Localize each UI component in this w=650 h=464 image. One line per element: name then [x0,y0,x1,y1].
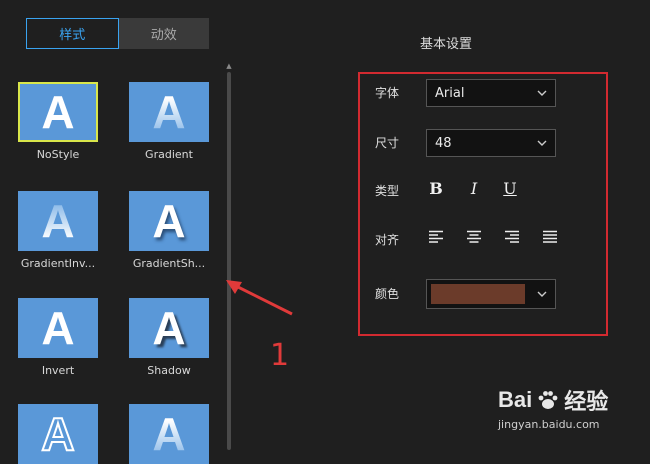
style-label: Gradient [145,148,193,161]
align-right-icon[interactable] [504,230,520,244]
color-picker[interactable] [426,279,556,309]
style-label: Invert [41,364,75,377]
chevron-down-icon [537,140,547,146]
style-grid: A NoStyle A Gradient A GradientInv... A … [10,82,222,464]
italic-button[interactable]: I [464,178,484,198]
style-label: Shadow [147,364,191,377]
size-label: 尺寸 [375,136,400,150]
align-center-icon[interactable] [466,230,482,244]
basic-settings-panel: 字体 Arial 尺寸 48 类型 B I U 对齐 颜色 [358,72,608,336]
style-thumbnail: A [129,82,209,142]
style-label: GradientSh... [132,257,206,270]
scroll-up-arrow-icon[interactable]: ▲ [226,62,232,70]
chevron-down-icon [537,291,547,297]
paw-logo-icon [538,391,558,409]
style-thumbnail: A [18,82,98,142]
style-thumbnail: A [18,191,98,251]
align-justify-icon[interactable] [542,230,558,244]
font-value: Arial [435,85,465,101]
align-label: 对齐 [375,233,400,247]
tab-animation[interactable]: 动效 [118,18,209,49]
style-label: NoStyle [36,148,80,161]
align-left-icon[interactable] [428,230,444,244]
font-label: 字体 [375,86,400,100]
style-thumbnail: A [129,191,209,251]
tab-bar: 样式 动效 [26,18,209,49]
watermark-url: jingyan.baidu.com [498,418,600,431]
style-label: GradientInv... [20,257,96,270]
type-label: 类型 [375,184,400,198]
annotation-arrow-icon [226,280,293,316]
chevron-down-icon [537,90,547,96]
tab-style[interactable]: 样式 [26,18,119,49]
style-thumbnail: A [18,298,98,358]
scroll-track[interactable] [227,72,231,450]
baidu-jingyan-watermark: Bai 经验 jingyan.baidu.com [498,384,608,431]
size-select[interactable]: 48 [426,129,556,157]
font-select[interactable]: Arial [426,79,556,107]
style-list-scrollbar[interactable]: ▲ [226,62,232,450]
annotation-number: 1 [270,338,290,373]
style-thumbnail: A [129,404,209,464]
color-label: 颜色 [375,287,400,301]
bold-button[interactable]: B [426,178,446,198]
size-value: 48 [435,135,452,151]
underline-button[interactable]: U [500,178,520,198]
color-swatch [431,284,525,304]
style-thumbnail: A [18,404,98,464]
watermark-brand: Bai 经验 [498,387,609,414]
settings-title: 基本设置 [420,37,473,52]
style-thumbnail: A [129,298,209,358]
